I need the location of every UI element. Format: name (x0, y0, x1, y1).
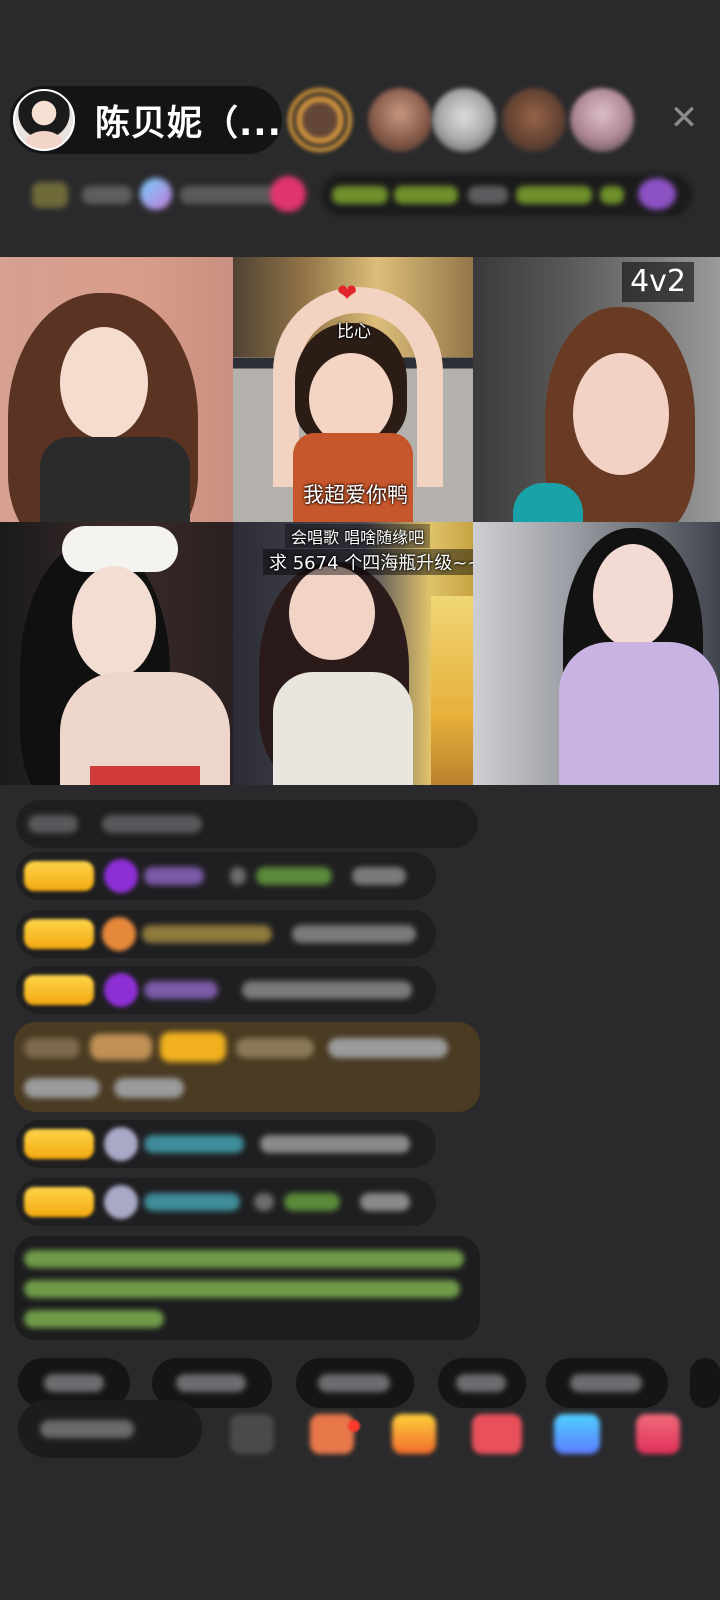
guest-4-face (72, 566, 156, 678)
game-icon[interactable] (554, 1414, 600, 1454)
guest-video-6[interactable] (473, 522, 720, 785)
chat-system-message[interactable] (16, 800, 478, 848)
viewer-avatar-5[interactable] (570, 88, 634, 152)
guest-2-sticker-label: 比心 (337, 322, 371, 342)
guest-4-top (90, 766, 200, 785)
viewer-avatar-2[interactable] (368, 88, 432, 152)
quick-reply-4[interactable] (438, 1358, 526, 1408)
red-packet-icon[interactable] (472, 1414, 522, 1454)
guest-video-5[interactable]: 会唱歌 唱啥随缘吧 求 5674 个四海瓶升级~~ (233, 522, 473, 785)
host-info-pill[interactable]: 陈贝妮（... (10, 86, 282, 154)
close-icon[interactable]: ✕ (664, 98, 704, 138)
chat-system-notice (14, 1236, 480, 1340)
chat-message-2[interactable] (16, 910, 436, 958)
chat-message-5[interactable] (16, 1178, 436, 1226)
guest-video-4[interactable] (0, 522, 233, 785)
quick-reply-5[interactable] (546, 1358, 668, 1408)
chat-message-1[interactable] (16, 852, 436, 900)
host-name: 陈贝妮（... (95, 103, 282, 144)
level-badge (24, 861, 94, 891)
host-avatar[interactable] (13, 89, 75, 151)
comment-input[interactable] (18, 1400, 202, 1458)
share-icon[interactable] (636, 1414, 680, 1454)
quick-reply-6[interactable] (690, 1358, 720, 1408)
purple-gem-icon (104, 973, 138, 1007)
notification-dot (348, 1420, 360, 1432)
heart-icon: ❤ (337, 279, 358, 307)
live-info-strip[interactable] (22, 172, 692, 218)
guest-6-face (593, 544, 673, 648)
pk-mode-badge: 4v2 (622, 262, 694, 302)
chat-message-3[interactable] (16, 966, 436, 1014)
viewer-avatar-1[interactable] (288, 88, 352, 152)
guest-3-face (573, 353, 669, 475)
guest-2-caption: 我超爱你鸭 (303, 483, 408, 507)
guest-1-body (40, 437, 190, 522)
purple-gem-icon (104, 859, 138, 893)
guest-5-face (289, 566, 375, 660)
guest-1-face (60, 327, 148, 439)
guest-video-2[interactable]: ❤ 比心 我超爱你鸭 (233, 257, 473, 522)
chat-gift-highlight[interactable] (14, 1022, 480, 1112)
gift-icon[interactable] (392, 1414, 436, 1454)
guest-6-dress (559, 642, 719, 785)
guest-video-3[interactable]: 4v2 (473, 257, 720, 522)
orange-balloon-icon (102, 917, 136, 951)
guest-5-sticker-panel (431, 596, 473, 785)
quick-reply-3[interactable] (296, 1358, 414, 1408)
user-avatar (104, 1185, 138, 1219)
level-badge (24, 919, 94, 949)
viewer-avatar-3[interactable] (432, 88, 496, 152)
guest-2-face (309, 353, 393, 445)
guest-video-1[interactable] (0, 257, 233, 522)
viewer-avatar-4[interactable] (502, 88, 566, 152)
gift-box-icon[interactable] (310, 1414, 354, 1454)
level-badge (24, 1187, 94, 1217)
guest-5-body (273, 672, 413, 785)
guest-4-bunny-ears (62, 526, 178, 572)
user-avatar (104, 1127, 138, 1161)
guest-5-note-line-2: 求 5674 个四海瓶升级~~ (263, 549, 473, 575)
level-badge (24, 1129, 94, 1159)
level-badge (24, 975, 94, 1005)
guest-5-note-line-1: 会唱歌 唱啥随缘吧 (285, 524, 431, 548)
chat-message-4[interactable] (16, 1120, 436, 1168)
video-grid: ❤ 比心 我超爱你鸭 4v2 会唱歌 唱啥随缘吧 求 5674 个四海瓶升级~~ (0, 257, 720, 785)
more-icon[interactable] (230, 1414, 274, 1454)
